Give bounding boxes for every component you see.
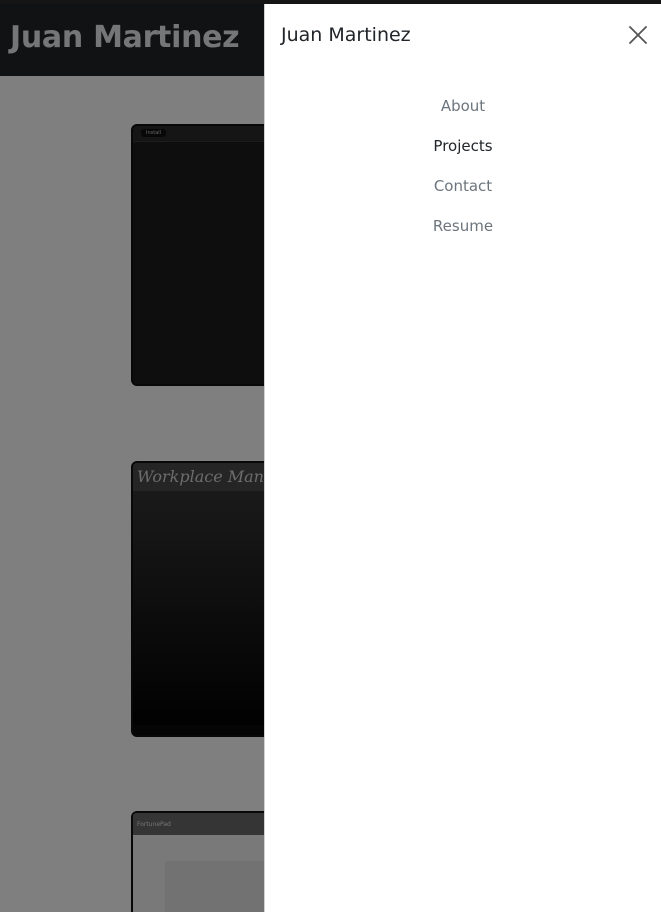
drawer-nav: About Projects Contact Resume bbox=[265, 90, 661, 250]
nav-link-about[interactable]: About bbox=[265, 90, 661, 130]
close-icon bbox=[625, 22, 651, 48]
nav-link-contact[interactable]: Contact bbox=[265, 170, 661, 210]
offcanvas-drawer: Juan Martinez About Projects Contact Res… bbox=[264, 4, 661, 912]
page: Juan Martinez Install Workplace Manag Fo… bbox=[0, 0, 661, 912]
nav-link-projects[interactable]: Projects bbox=[265, 130, 661, 170]
nav-link-resume[interactable]: Resume bbox=[265, 210, 661, 250]
close-button[interactable] bbox=[625, 22, 651, 48]
drawer-title: Juan Martinez bbox=[281, 24, 411, 46]
